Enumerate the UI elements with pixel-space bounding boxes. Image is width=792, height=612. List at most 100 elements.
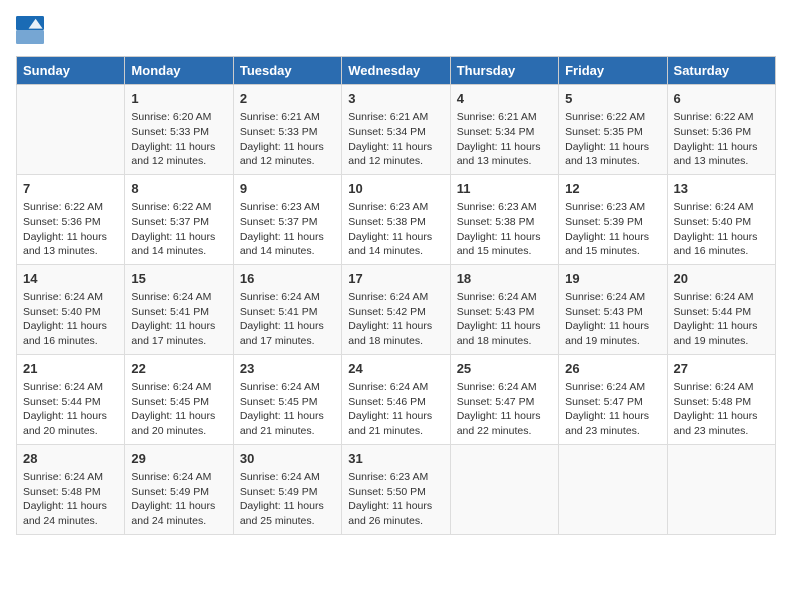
weekday-header-monday: Monday (125, 57, 233, 85)
calendar-week-row: 1 Sunrise: 6:20 AM Sunset: 5:33 PM Daylig… (17, 85, 776, 175)
day-info: Sunrise: 6:20 AM Sunset: 5:33 PM Dayligh… (131, 110, 226, 169)
day-info: Sunrise: 6:23 AM Sunset: 5:39 PM Dayligh… (565, 200, 660, 259)
day-info: Sunrise: 6:23 AM Sunset: 5:50 PM Dayligh… (348, 470, 443, 529)
calendar-cell: 12 Sunrise: 6:23 AM Sunset: 5:39 PM Dayli… (559, 174, 667, 264)
calendar-cell: 27 Sunrise: 6:24 AM Sunset: 5:48 PM Dayli… (667, 354, 775, 444)
calendar-cell: 2 Sunrise: 6:21 AM Sunset: 5:33 PM Daylig… (233, 85, 341, 175)
logo (16, 16, 48, 44)
day-info: Sunrise: 6:22 AM Sunset: 5:36 PM Dayligh… (674, 110, 769, 169)
day-info: Sunrise: 6:21 AM Sunset: 5:34 PM Dayligh… (348, 110, 443, 169)
day-number: 29 (131, 450, 226, 468)
day-info: Sunrise: 6:24 AM Sunset: 5:44 PM Dayligh… (674, 290, 769, 349)
day-number: 30 (240, 450, 335, 468)
calendar-cell: 10 Sunrise: 6:23 AM Sunset: 5:38 PM Dayli… (342, 174, 450, 264)
calendar-cell: 29 Sunrise: 6:24 AM Sunset: 5:49 PM Dayli… (125, 444, 233, 534)
day-number: 18 (457, 270, 552, 288)
calendar-cell: 30 Sunrise: 6:24 AM Sunset: 5:49 PM Dayli… (233, 444, 341, 534)
calendar-cell: 3 Sunrise: 6:21 AM Sunset: 5:34 PM Daylig… (342, 85, 450, 175)
weekday-header-sunday: Sunday (17, 57, 125, 85)
day-info: Sunrise: 6:24 AM Sunset: 5:42 PM Dayligh… (348, 290, 443, 349)
day-info: Sunrise: 6:23 AM Sunset: 5:38 PM Dayligh… (348, 200, 443, 259)
day-info: Sunrise: 6:22 AM Sunset: 5:36 PM Dayligh… (23, 200, 118, 259)
day-number: 14 (23, 270, 118, 288)
day-number: 3 (348, 90, 443, 108)
calendar-week-row: 28 Sunrise: 6:24 AM Sunset: 5:48 PM Dayli… (17, 444, 776, 534)
weekday-header-row: SundayMondayTuesdayWednesdayThursdayFrid… (17, 57, 776, 85)
calendar-cell: 5Sunrise: 6:22 AM Sunset: 5:35 PM Daylig… (559, 85, 667, 175)
calendar-cell (559, 444, 667, 534)
day-number: 1 (131, 90, 226, 108)
weekday-header-tuesday: Tuesday (233, 57, 341, 85)
day-number: 6 (674, 90, 769, 108)
calendar-cell: 11 Sunrise: 6:23 AM Sunset: 5:38 PM Dayli… (450, 174, 558, 264)
calendar-cell: 20 Sunrise: 6:24 AM Sunset: 5:44 PM Dayli… (667, 264, 775, 354)
weekday-header-thursday: Thursday (450, 57, 558, 85)
day-info: Sunrise: 6:24 AM Sunset: 5:47 PM Dayligh… (457, 380, 552, 439)
calendar-cell (450, 444, 558, 534)
day-info: Sunrise: 6:24 AM Sunset: 5:44 PM Dayligh… (23, 380, 118, 439)
day-info: Sunrise: 6:24 AM Sunset: 5:49 PM Dayligh… (131, 470, 226, 529)
day-number: 31 (348, 450, 443, 468)
calendar-cell: 21 Sunrise: 6:24 AM Sunset: 5:44 PM Dayli… (17, 354, 125, 444)
weekday-header-wednesday: Wednesday (342, 57, 450, 85)
day-info: Sunrise: 6:24 AM Sunset: 5:45 PM Dayligh… (131, 380, 226, 439)
day-info: Sunrise: 6:24 AM Sunset: 5:49 PM Dayligh… (240, 470, 335, 529)
day-number: 26 (565, 360, 660, 378)
day-info: Sunrise: 6:24 AM Sunset: 5:43 PM Dayligh… (457, 290, 552, 349)
day-number: 12 (565, 180, 660, 198)
day-number: 7 (23, 180, 118, 198)
calendar-cell: 17 Sunrise: 6:24 AM Sunset: 5:42 PM Dayli… (342, 264, 450, 354)
calendar-cell: 15 Sunrise: 6:24 AM Sunset: 5:41 PM Dayli… (125, 264, 233, 354)
day-info: Sunrise: 6:24 AM Sunset: 5:46 PM Dayligh… (348, 380, 443, 439)
day-number: 5 (565, 90, 660, 108)
calendar-cell (17, 85, 125, 175)
day-info: Sunrise: 6:23 AM Sunset: 5:37 PM Dayligh… (240, 200, 335, 259)
day-info: Sunrise: 6:24 AM Sunset: 5:48 PM Dayligh… (674, 380, 769, 439)
day-info: Sunrise: 6:23 AM Sunset: 5:38 PM Dayligh… (457, 200, 552, 259)
day-number: 9 (240, 180, 335, 198)
logo-icon (16, 16, 44, 44)
day-number: 27 (674, 360, 769, 378)
day-info: Sunrise: 6:24 AM Sunset: 5:40 PM Dayligh… (674, 200, 769, 259)
day-info: Sunrise: 6:21 AM Sunset: 5:33 PM Dayligh… (240, 110, 335, 169)
calendar-cell: 9 Sunrise: 6:23 AM Sunset: 5:37 PM Daylig… (233, 174, 341, 264)
day-info: Sunrise: 6:24 AM Sunset: 5:48 PM Dayligh… (23, 470, 118, 529)
day-info: Sunrise: 6:24 AM Sunset: 5:43 PM Dayligh… (565, 290, 660, 349)
day-info: Sunrise: 6:24 AM Sunset: 5:47 PM Dayligh… (565, 380, 660, 439)
day-info: Sunrise: 6:24 AM Sunset: 5:41 PM Dayligh… (240, 290, 335, 349)
calendar-cell: 24 Sunrise: 6:24 AM Sunset: 5:46 PM Dayli… (342, 354, 450, 444)
day-number: 17 (348, 270, 443, 288)
day-number: 8 (131, 180, 226, 198)
calendar-week-row: 14Sunrise: 6:24 AM Sunset: 5:40 PM Dayli… (17, 264, 776, 354)
day-number: 23 (240, 360, 335, 378)
calendar-cell (667, 444, 775, 534)
day-number: 10 (348, 180, 443, 198)
calendar-table: SundayMondayTuesdayWednesdayThursdayFrid… (16, 56, 776, 535)
day-number: 11 (457, 180, 552, 198)
calendar-cell: 16 Sunrise: 6:24 AM Sunset: 5:41 PM Dayli… (233, 264, 341, 354)
day-info: Sunrise: 6:24 AM Sunset: 5:41 PM Dayligh… (131, 290, 226, 349)
calendar-cell: 31 Sunrise: 6:23 AM Sunset: 5:50 PM Dayli… (342, 444, 450, 534)
day-number: 20 (674, 270, 769, 288)
calendar-week-row: 7 Sunrise: 6:22 AM Sunset: 5:36 PM Daylig… (17, 174, 776, 264)
calendar-cell: 25Sunrise: 6:24 AM Sunset: 5:47 PM Dayli… (450, 354, 558, 444)
day-number: 2 (240, 90, 335, 108)
day-number: 28 (23, 450, 118, 468)
calendar-cell: 1 Sunrise: 6:20 AM Sunset: 5:33 PM Daylig… (125, 85, 233, 175)
day-number: 19 (565, 270, 660, 288)
day-info: Sunrise: 6:22 AM Sunset: 5:37 PM Dayligh… (131, 200, 226, 259)
calendar-cell: 19 Sunrise: 6:24 AM Sunset: 5:43 PM Dayli… (559, 264, 667, 354)
day-info: Sunrise: 6:24 AM Sunset: 5:45 PM Dayligh… (240, 380, 335, 439)
calendar-cell: 18 Sunrise: 6:24 AM Sunset: 5:43 PM Dayli… (450, 264, 558, 354)
day-number: 15 (131, 270, 226, 288)
day-number: 16 (240, 270, 335, 288)
weekday-header-saturday: Saturday (667, 57, 775, 85)
calendar-cell: 28 Sunrise: 6:24 AM Sunset: 5:48 PM Dayli… (17, 444, 125, 534)
calendar-cell: 14Sunrise: 6:24 AM Sunset: 5:40 PM Dayli… (17, 264, 125, 354)
calendar-cell: 4Sunrise: 6:21 AM Sunset: 5:34 PM Daylig… (450, 85, 558, 175)
day-number: 24 (348, 360, 443, 378)
day-number: 13 (674, 180, 769, 198)
day-number: 21 (23, 360, 118, 378)
calendar-cell: 7 Sunrise: 6:22 AM Sunset: 5:36 PM Daylig… (17, 174, 125, 264)
day-number: 22 (131, 360, 226, 378)
